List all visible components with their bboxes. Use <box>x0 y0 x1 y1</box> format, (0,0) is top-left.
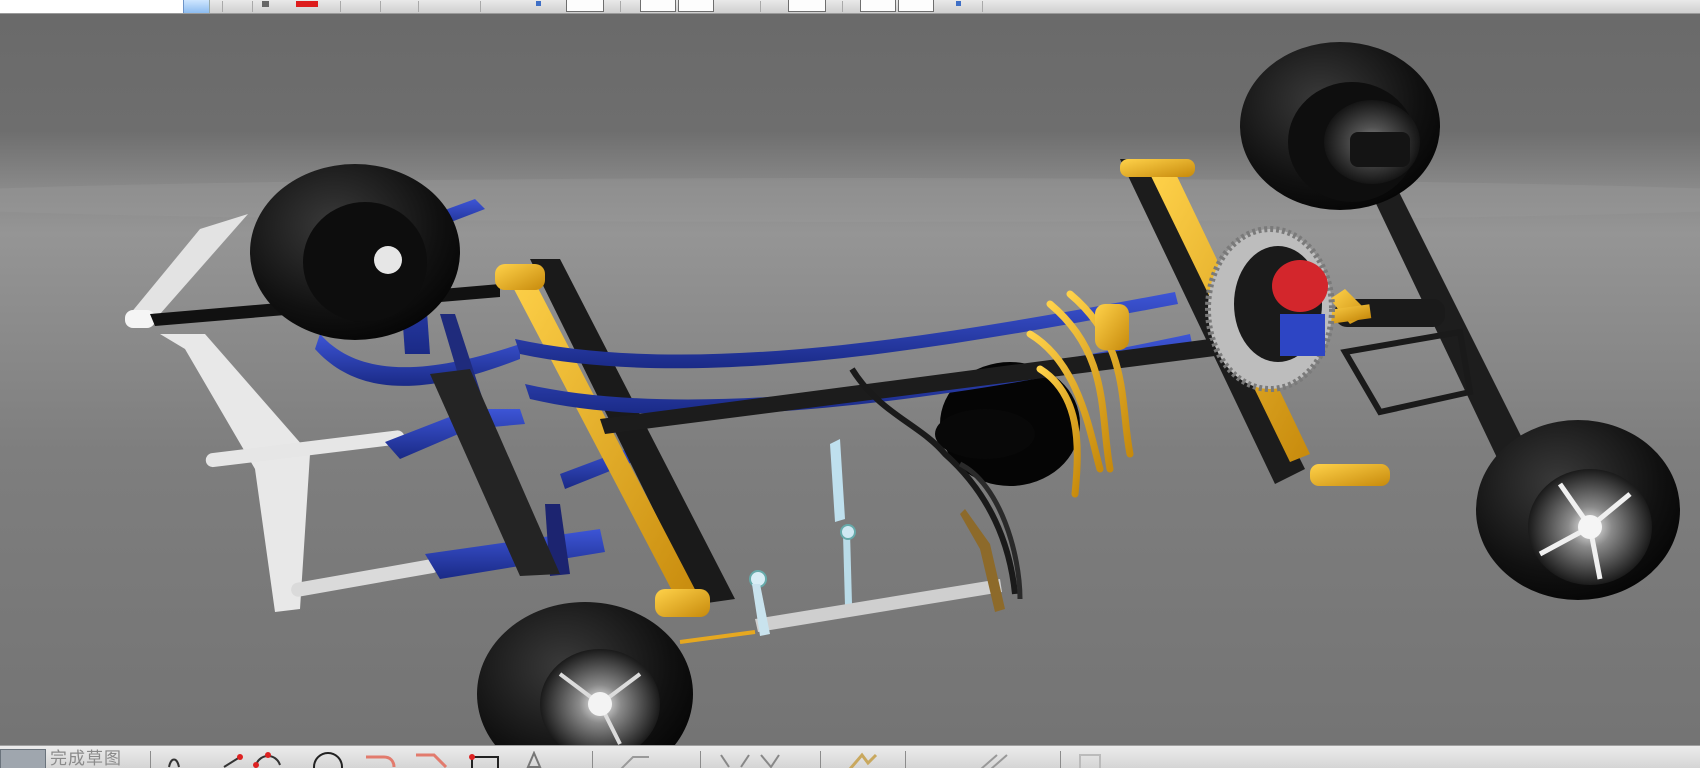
sketch-toolbar: 完成草图 <box>0 745 1700 768</box>
diff-housing-blue <box>1280 314 1325 356</box>
front-arm-bushing-bottom <box>655 589 710 617</box>
constraint-icon[interactable] <box>615 751 655 768</box>
dropdown-icon[interactable] <box>183 0 209 13</box>
hub-cap <box>1578 515 1602 539</box>
color-swatch-icon[interactable] <box>296 1 318 7</box>
toolbar-separator <box>480 1 481 12</box>
toolbar-separator <box>252 1 253 12</box>
iso-view-icon[interactable] <box>898 0 934 12</box>
chassis-render <box>0 14 1700 745</box>
hub-cap <box>374 246 402 274</box>
toolbar-separator <box>380 1 381 12</box>
hub-cap <box>588 692 612 716</box>
camera-icon[interactable] <box>788 0 826 12</box>
project-icon[interactable] <box>1076 751 1106 768</box>
front-left-wheel <box>250 164 460 340</box>
offset-icon[interactable] <box>975 751 1019 768</box>
toolbar-separator <box>842 1 843 12</box>
gold-canister <box>1095 304 1129 350</box>
line-icon[interactable] <box>222 751 244 768</box>
differential <box>1205 226 1335 392</box>
top-toolbar <box>0 0 1700 14</box>
tire-inner <box>303 202 427 322</box>
front-arm-bushing-top <box>495 264 545 290</box>
pattern-icon[interactable] <box>715 751 785 768</box>
select-tool-icon[interactable] <box>262 1 269 7</box>
horizon-glow <box>0 178 1700 222</box>
viewport-background <box>0 14 1700 745</box>
toolbar-separator <box>592 751 593 768</box>
toolbar-separator <box>982 1 983 12</box>
dimension-icon[interactable] <box>520 751 550 768</box>
front-view-icon[interactable] <box>566 0 604 12</box>
pointer-icon[interactable] <box>536 1 541 6</box>
orbit-icon[interactable] <box>956 1 961 6</box>
trim-icon[interactable] <box>412 751 448 768</box>
front-knuckle-top <box>125 310 155 328</box>
toolbar-separator <box>620 1 621 12</box>
steering-joint <box>840 524 856 540</box>
mirror-icon[interactable] <box>840 751 880 768</box>
split-view-icon[interactable] <box>860 0 896 12</box>
fillet-icon[interactable] <box>362 751 398 768</box>
rear-left-wheel <box>1476 420 1680 600</box>
toolbar-separator <box>905 751 906 768</box>
arc-icon[interactable] <box>252 751 286 768</box>
toolbar-separator <box>1060 751 1061 768</box>
engine-shadow-lobe <box>935 409 1035 459</box>
circle-icon[interactable] <box>310 751 346 768</box>
view-name-field[interactable] <box>0 0 210 13</box>
toolbar-separator <box>150 751 151 768</box>
sketch-tool-icon[interactable] <box>165 751 185 768</box>
pinion-red <box>1272 260 1328 312</box>
rear-arm-bushing-top <box>1120 159 1195 177</box>
finish-sketch-label[interactable]: 完成草图 <box>50 749 122 768</box>
toolbar-separator <box>340 1 341 12</box>
side-view-icon[interactable] <box>678 0 714 12</box>
rectangle-icon[interactable] <box>466 751 502 768</box>
toolbar-separator <box>760 1 761 12</box>
toolbar-separator <box>418 1 419 12</box>
toolbar-separator <box>222 1 223 12</box>
top-view-icon[interactable] <box>640 0 676 12</box>
toolbar-separator <box>700 751 701 768</box>
rear-arm-bushing-bottom <box>1310 464 1390 486</box>
rear-right-wheel <box>1240 42 1440 210</box>
hub <box>1350 132 1410 167</box>
toolbar-separator <box>820 751 821 768</box>
finish-sketch-icon[interactable] <box>0 749 46 768</box>
3d-viewport[interactable] <box>0 14 1700 745</box>
